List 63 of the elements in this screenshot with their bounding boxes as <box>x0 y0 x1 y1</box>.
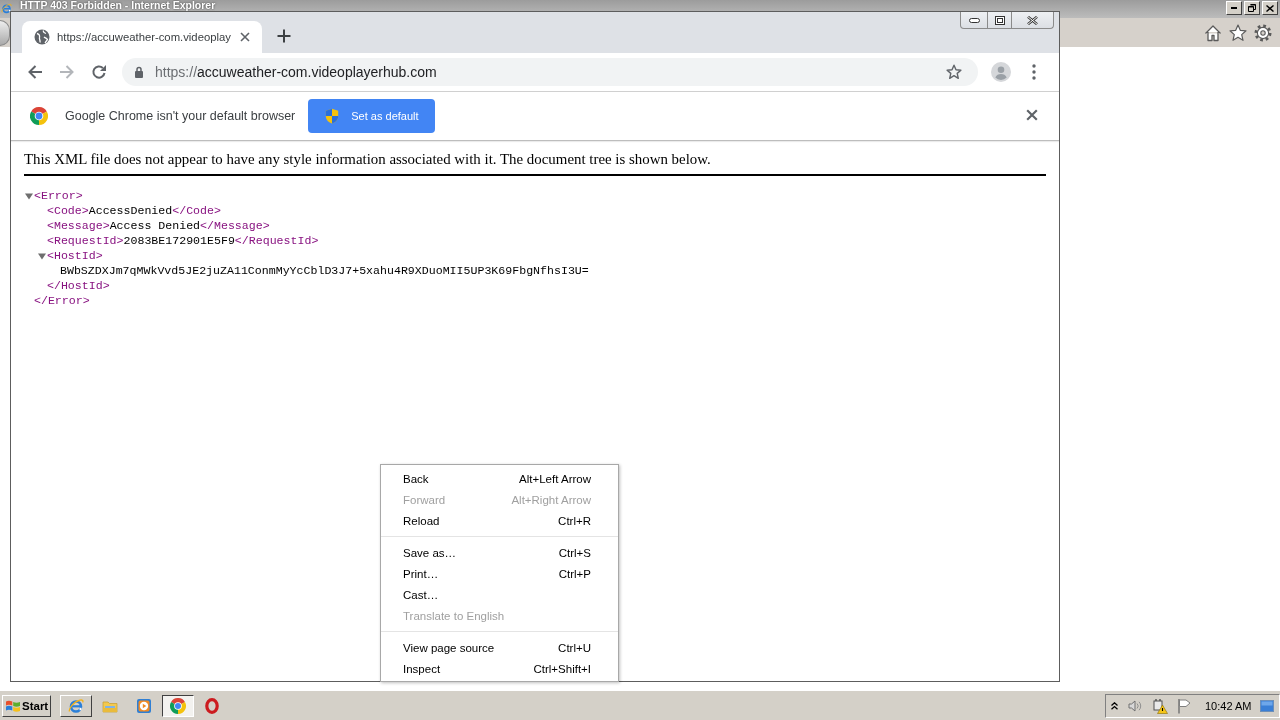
menu-item[interactable]: Print… Ctrl+P <box>381 563 618 584</box>
shortcut-text: Ctrl+U <box>558 641 591 654</box>
close-icon[interactable] <box>1026 108 1038 121</box>
menu-item[interactable]: Back Alt+Left Arrow <box>381 468 618 489</box>
shortcut-text: Ctrl+S <box>558 546 591 559</box>
menu-item[interactable]: View page source Ctrl+U <box>381 637 618 658</box>
shortcut-text: Ctrl+R <box>558 514 591 527</box>
menu-item[interactable]: Save as… Ctrl+S <box>381 542 618 563</box>
play-icon[interactable] <box>136 697 153 714</box>
restore-icon <box>994 15 1005 25</box>
expand-triangle-icon[interactable] <box>25 191 33 200</box>
expand-triangle-icon[interactable] <box>38 251 46 260</box>
xml-line: </Error> <box>34 293 90 308</box>
shield-icon <box>324 108 341 124</box>
minimize-icon <box>968 17 980 23</box>
xml-line: BWbSZDXJm7qMWkVvd5JE2juZA11ConmMyYcCblD3J7+5xahu4R9XDuoMII5UP3K69FbgNfhsI3U= <box>60 263 589 278</box>
avatar-icon[interactable] <box>991 62 1011 82</box>
menu-item[interactable]: Inspect Ctrl+Shift+I <box>381 658 618 679</box>
back-arrow-icon[interactable] <box>27 64 43 80</box>
xml-line: <Code>AccessDenied</Code> <box>47 203 221 218</box>
plus-icon[interactable] <box>277 29 291 43</box>
monitor-icon[interactable] <box>1260 699 1275 712</box>
browser-tab[interactable]: https://accuweather-com.videoplay <box>22 21 262 53</box>
address-field[interactable]: https://accuweather-com.videoplayerhub.com <box>122 58 978 86</box>
xml-line: <Message>Access Denied</Message> <box>47 218 270 233</box>
shortcut-text: Alt+Right Arrow <box>511 493 591 506</box>
shortcut-text: Ctrl+Shift+I <box>533 662 591 675</box>
lock-icon <box>134 66 144 78</box>
close-icon <box>1266 4 1274 12</box>
flag-icon[interactable] <box>1177 697 1191 714</box>
e-logo-icon <box>68 697 85 714</box>
close-icon <box>1027 15 1038 25</box>
xml-line: </HostId> <box>47 278 110 293</box>
clock-text: 10:42 AM <box>1205 699 1252 712</box>
network-warning-icon[interactable] <box>1152 697 1168 714</box>
xml-notice-text: This XML file does not appear to have any style information associated with it. The document tree is shown below. <box>24 150 712 168</box>
close-icon[interactable] <box>240 32 250 42</box>
minimize-icon <box>1231 7 1237 9</box>
infobar-message: Google Chrome isn't your default browser <box>65 109 296 123</box>
home-icon[interactable] <box>1204 23 1222 42</box>
window-title: HTTP 403 Forbidden - Internet Explorer <box>20 0 216 11</box>
star-icon[interactable] <box>946 64 962 80</box>
restore-icon <box>1248 4 1256 12</box>
menu-icon[interactable] <box>1032 64 1036 80</box>
set-default-button[interactable]: Set as default <box>308 99 435 133</box>
menu-item[interactable]: Reload Ctrl+R <box>381 510 618 531</box>
globe-icon <box>34 29 50 45</box>
gear-icon[interactable] <box>1254 23 1272 42</box>
browser-logo-icon <box>30 107 48 125</box>
shortcut-text: Alt+Left Arrow <box>519 472 591 485</box>
xml-line: <Error> <box>34 188 83 203</box>
browser-logo-icon <box>170 697 187 714</box>
minimize-button[interactable] <box>1226 1 1242 15</box>
o-logo-icon[interactable] <box>205 697 220 714</box>
reload-icon[interactable] <box>91 64 107 80</box>
menu-item[interactable]: Cast… <box>381 584 618 605</box>
chevron-up-icon[interactable] <box>1111 701 1118 710</box>
star-icon[interactable] <box>1229 23 1247 42</box>
xml-line: <HostId> <box>47 248 103 263</box>
shortcut-text: Ctrl+P <box>558 567 591 580</box>
taskbar-button[interactable] <box>162 694 195 717</box>
start-button[interactable]: Start <box>2 694 52 717</box>
xml-line: <RequestId>2083BE172901E5F9</RequestId> <box>47 233 319 248</box>
